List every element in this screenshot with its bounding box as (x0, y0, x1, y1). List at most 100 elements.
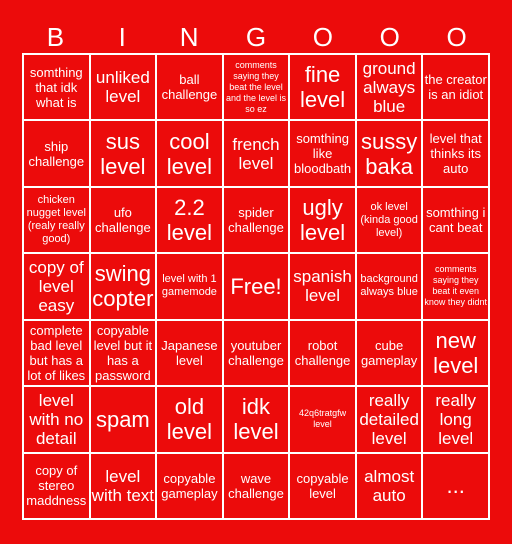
header-letter-o2: O (379, 22, 400, 52)
bingo-cell-text: really long level (435, 390, 477, 448)
bingo-cell[interactable]: sussy baka (356, 121, 422, 186)
bingo-cell-text: somthing like bloodbath (294, 131, 352, 177)
bingo-cell[interactable]: really detailed level (356, 387, 422, 452)
bingo-cell-text: copyable level but it has a password (93, 322, 153, 383)
bingo-cell[interactable]: copyable gameplay (157, 453, 222, 518)
bingo-cell[interactable]: complete bad level but has a lot of like… (24, 320, 89, 386)
bingo-cell-text: somthing i cant beat (426, 205, 486, 236)
header-letter-i: I (118, 22, 126, 52)
bingo-cell[interactable]: old level (157, 387, 222, 452)
bingo-cell-text: level that thinks its auto (429, 131, 482, 177)
bingo-cell-text: copy of stereo maddness (26, 463, 87, 509)
bingo-cell[interactable]: level with 1 gamemode (157, 254, 222, 319)
header-letter-o3: O (446, 22, 467, 52)
bingo-cell-text: new level (433, 327, 479, 378)
bingo-cell[interactable]: ufo challenge (90, 187, 156, 253)
bingo-cell-text: old level (166, 394, 213, 445)
bingo-cell[interactable]: copy of level easy (24, 254, 89, 319)
bingo-cell-text: cool level (166, 128, 213, 179)
bingo-cell-text: background always blue (360, 273, 418, 299)
bingo-cell-text: ball challenge (161, 72, 218, 103)
bingo-cell[interactable]: fine level (290, 55, 355, 120)
bingo-cell[interactable]: ground always blue (356, 55, 422, 120)
bingo-cell[interactable]: comments saying they beat it even know t… (423, 254, 488, 319)
bingo-cell[interactable]: ok level (kinda good level) (356, 187, 422, 253)
header-letter-n: N (179, 22, 199, 52)
bingo-cell[interactable]: cube gameplay (356, 320, 422, 386)
bingo-cell-text: the creator is an idiot (424, 72, 487, 103)
bingo-cell-text: comments saying they beat the level and … (225, 59, 287, 114)
bingo-cell[interactable]: background always blue (356, 254, 422, 319)
bingo-cell[interactable]: wave challenge (223, 453, 289, 518)
bingo-cell-text: ship challenge (28, 138, 85, 169)
bingo-cell-text: 42q6tratgfw level (299, 408, 347, 430)
bingo-cell-text: sussy baka (361, 128, 418, 179)
bingo-cell[interactable]: somthing like bloodbath (290, 121, 355, 186)
bingo-cell-text: copy of level easy (28, 257, 84, 315)
bingo-cell-text: spam (95, 406, 150, 432)
bingo-cell[interactable]: somthing that idk what is (24, 55, 89, 120)
header-letter-o1: O (312, 22, 333, 52)
bingo-cell-text: fine level (299, 62, 346, 113)
bingo-cell[interactable]: really long level (423, 387, 488, 452)
bingo-cell[interactable]: Japanese level (157, 320, 222, 386)
bingo-cell-text: complete bad level but has a lot of like… (27, 322, 86, 383)
bingo-cell-text: ... (446, 473, 465, 499)
bingo-cell-text: ufo challenge (95, 205, 151, 236)
free-space-cell[interactable]: Free! (223, 254, 289, 319)
bingo-cell-text: almost auto (364, 466, 415, 505)
bingo-cell[interactable]: spam (90, 387, 156, 452)
bingo-cell[interactable]: new level (423, 320, 488, 386)
bingo-cell[interactable]: chicken nugget level (realy really good) (24, 187, 89, 253)
bingo-cell[interactable]: ball challenge (157, 55, 222, 120)
bingo-cell[interactable]: somthing i cant beat (423, 187, 488, 253)
bingo-cell[interactable]: copyable level but it has a password (90, 320, 156, 386)
bingo-cell-text: Japanese level (161, 337, 218, 368)
bingo-cell[interactable]: sus level (90, 121, 156, 186)
bingo-cell[interactable]: 42q6tratgfw level (290, 387, 355, 452)
bingo-cell[interactable]: level with text (90, 453, 156, 518)
bingo-cell-text: level with no detail (29, 390, 84, 448)
bingo-cell[interactable]: almost auto (356, 453, 422, 518)
bingo-cell[interactable]: copy of stereo maddness (24, 453, 89, 518)
bingo-cell[interactable]: robot challenge (290, 320, 355, 386)
bingo-cell-text: really detailed level (359, 390, 419, 448)
bingo-cell[interactable]: spider challenge (223, 187, 289, 253)
bingo-cell[interactable]: copyable level (290, 453, 355, 518)
bingo-cell[interactable]: 2.2 level (157, 187, 222, 253)
bingo-cell[interactable]: ... (423, 453, 488, 518)
bingo-grid: somthing that idk what is unliked level ba… (22, 53, 490, 520)
bingo-cell[interactable]: youtuber challenge (223, 320, 289, 386)
bingo-cell[interactable]: spanish level (290, 254, 355, 319)
bingo-cell-text: swing copter (92, 261, 154, 312)
bingo-cell-text: spanish level (293, 267, 352, 306)
bingo-cell-text: level with 1 gamemode (161, 273, 217, 299)
bingo-cell-text: french level (232, 134, 280, 173)
bingo-cell-text: copyable gameplay (161, 470, 218, 501)
bingo-cell[interactable]: level with no detail (24, 387, 89, 452)
bingo-cell-text: ugly level (299, 195, 346, 246)
bingo-cell[interactable]: the creator is an idiot (423, 55, 488, 120)
bingo-cell[interactable]: unliked level (90, 55, 156, 120)
bingo-cell-text: cube gameplay (360, 337, 418, 368)
bingo-cell[interactable]: comments saying they beat the level and … (223, 55, 289, 120)
bingo-cell-text: level with text (91, 466, 155, 505)
bingo-cell-text: unliked level (95, 68, 150, 107)
bingo-cell-text: spider challenge (228, 205, 284, 236)
bingo-cell-text: chicken nugget level (realy really good) (26, 194, 86, 246)
bingo-cell[interactable]: level that thinks its auto (423, 121, 488, 186)
bingo-cell[interactable]: french level (223, 121, 289, 186)
bingo-cell[interactable]: idk level (223, 387, 289, 452)
bingo-cell-text: wave challenge (228, 470, 284, 501)
bingo-cell-text: copyable level (296, 470, 349, 501)
bingo-cell-text: robot challenge (294, 337, 351, 368)
bingo-cell-text: comments saying they beat it even know t… (424, 264, 487, 308)
bingo-cell-text: youtuber challenge (228, 337, 284, 368)
header-letter-b: B (46, 22, 65, 52)
bingo-cell-text: idk level (233, 394, 279, 445)
bingo-cell[interactable]: swing copter (90, 254, 156, 319)
bingo-cell[interactable]: ship challenge (24, 121, 89, 186)
bingo-cell[interactable]: cool level (157, 121, 222, 186)
header-letter-g: G (245, 22, 267, 52)
bingo-cell[interactable]: ugly level (290, 187, 355, 253)
